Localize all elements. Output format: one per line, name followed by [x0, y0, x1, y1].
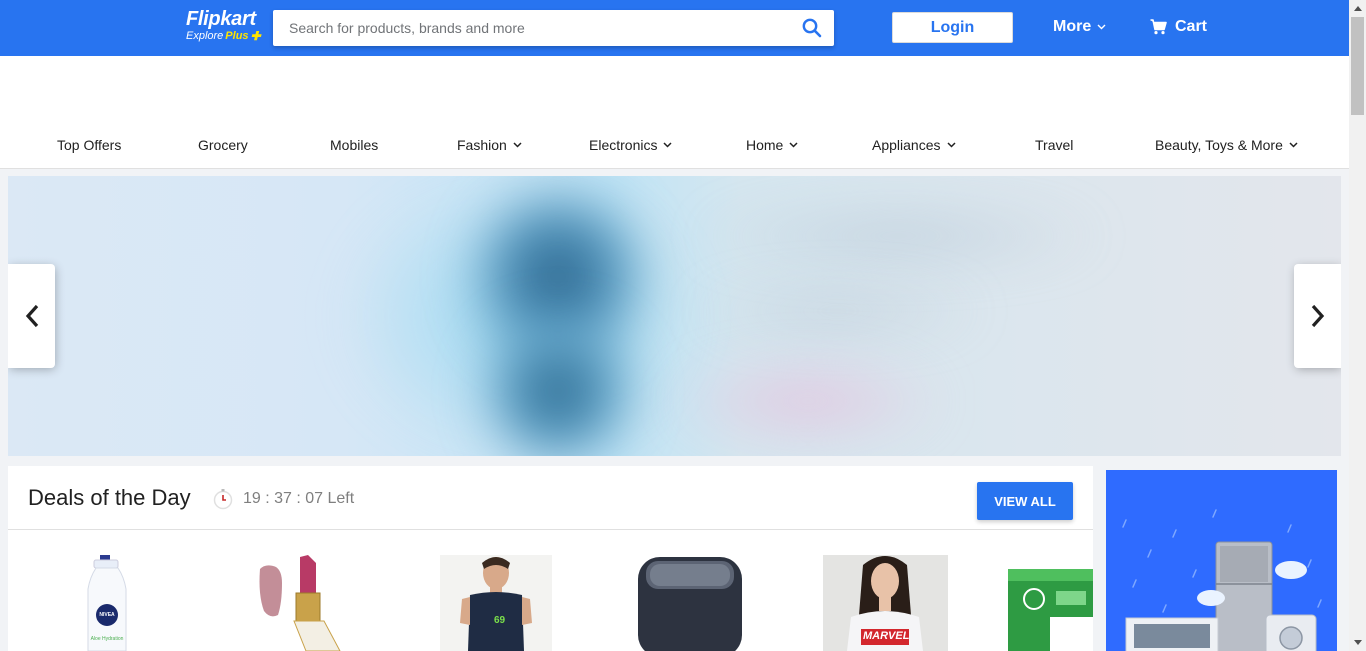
- deals-of-the-day-panel: Deals of the Day 19 : 37 : 07 Left VIEW …: [8, 466, 1093, 651]
- nav-item-beauty-toys-more[interactable]: Beauty, Toys & More: [1155, 137, 1298, 153]
- nav-item-label: Appliances: [872, 137, 941, 153]
- cart-link[interactable]: Cart: [1150, 18, 1207, 36]
- login-button[interactable]: Login: [892, 12, 1013, 43]
- nav-item-label: Mobiles: [330, 137, 379, 153]
- nav-item-grocery[interactable]: Grocery: [198, 137, 248, 153]
- cart-label: Cart: [1175, 18, 1208, 35]
- nav-item-label: Grocery: [198, 137, 248, 153]
- nav-item-mobiles[interactable]: Mobiles: [330, 137, 378, 153]
- logo-tagline: Explore Plus ✚: [186, 30, 261, 42]
- tshirt-print: MARVEL: [863, 630, 910, 642]
- deal-product-lipstick[interactable]: [256, 555, 346, 651]
- banner-image-blur: [478, 316, 638, 456]
- speaker-image: [638, 557, 742, 651]
- nav-item-travel[interactable]: Travel: [1035, 137, 1073, 153]
- search-input[interactable]: [273, 10, 793, 46]
- side-ad-banner[interactable]: [1106, 470, 1337, 651]
- logo-text: Flipkart: [186, 8, 256, 30]
- nav-item-appliances[interactable]: Appliances: [872, 137, 956, 153]
- search-box: [273, 10, 834, 46]
- nav-item-label: Electronics: [589, 137, 658, 153]
- chevron-down-icon: [1289, 142, 1298, 148]
- page-scrollbar[interactable]: [1349, 0, 1366, 651]
- chevron-down-icon: [663, 142, 672, 148]
- search-button[interactable]: [802, 18, 822, 38]
- sanitary-pads-image: [1008, 569, 1093, 651]
- nav-item-top-offers[interactable]: Top Offers: [57, 137, 121, 153]
- category-nav: Top Offers Grocery Mobiles Fashion Elect…: [0, 129, 1349, 165]
- more-menu[interactable]: More: [1053, 18, 1106, 36]
- more-label: More: [1053, 18, 1092, 35]
- clock-icon: [213, 489, 233, 510]
- caret-down-icon: [1353, 640, 1362, 645]
- plus-icon: ✚: [250, 29, 261, 43]
- chevron-left-icon: [25, 304, 38, 328]
- carousel-next-button[interactable]: [1294, 264, 1341, 368]
- nav-item-label: Top Offers: [57, 137, 122, 153]
- nav-item-home[interactable]: Home: [746, 137, 798, 153]
- nav-item-label: Fashion: [457, 137, 507, 153]
- appliances-ad-image: [1106, 470, 1337, 651]
- chevron-down-icon: [789, 142, 798, 148]
- chevron-down-icon: [513, 142, 522, 148]
- nav-item-electronics[interactable]: Electronics: [589, 137, 672, 153]
- lotion-brand-label: NIVEA: [99, 612, 115, 618]
- caret-up-icon: [1353, 6, 1362, 11]
- nav-item-label: Travel: [1035, 137, 1074, 153]
- chevron-down-icon: [946, 142, 956, 148]
- search-icon: [802, 18, 822, 38]
- logo-tagline-plus: Plus: [225, 30, 249, 42]
- deals-title: Deals of the Day: [28, 485, 191, 510]
- scroll-up-button[interactable]: [1349, 0, 1366, 17]
- lipstick-image: [259, 555, 341, 651]
- carousel-prev-button[interactable]: [8, 264, 55, 368]
- chevron-right-icon: [1311, 304, 1324, 328]
- nav-item-fashion[interactable]: Fashion: [457, 137, 522, 153]
- deal-product-sleeveless-tshirt[interactable]: 69: [440, 555, 552, 651]
- deal-product-lotion[interactable]: NIVEA Aloe Hydration: [80, 555, 134, 651]
- deals-timer: 19 : 37 : 07 Left: [213, 488, 354, 510]
- deal-product-graphic-tshirt[interactable]: MARVEL: [823, 555, 948, 651]
- banner-image-blur: [688, 286, 988, 336]
- tshirt-print: 69: [494, 615, 506, 626]
- flipkart-logo[interactable]: Flipkart Explore Plus ✚: [186, 8, 261, 42]
- deal-product-speaker[interactable]: [636, 555, 744, 651]
- chevron-down-icon: [1097, 24, 1106, 30]
- banner-carousel[interactable]: [8, 176, 1341, 456]
- timer-text: 19 : 37 : 07 Left: [243, 490, 355, 507]
- header-bar: Flipkart Explore Plus ✚ Login More Cart: [0, 0, 1349, 56]
- cart-icon: [1150, 19, 1167, 35]
- view-all-button[interactable]: VIEW ALL: [977, 482, 1073, 520]
- deals-header: Deals of the Day 19 : 37 : 07 Left VIEW …: [8, 466, 1093, 530]
- scroll-down-button[interactable]: [1349, 634, 1366, 651]
- scroll-thumb[interactable]: [1351, 17, 1364, 115]
- logo-tagline-explore: Explore: [186, 30, 224, 42]
- nav-item-label: Beauty, Toys & More: [1155, 137, 1283, 153]
- nav-item-label: Home: [746, 137, 784, 153]
- banner-image-blur: [688, 206, 1108, 266]
- model-tshirt-image: [440, 555, 552, 651]
- lotion-sub-label: Aloe Hydration: [90, 636, 124, 642]
- banner-image-blur: [668, 356, 948, 446]
- deal-product-sanitary-pads[interactable]: [1006, 555, 1093, 651]
